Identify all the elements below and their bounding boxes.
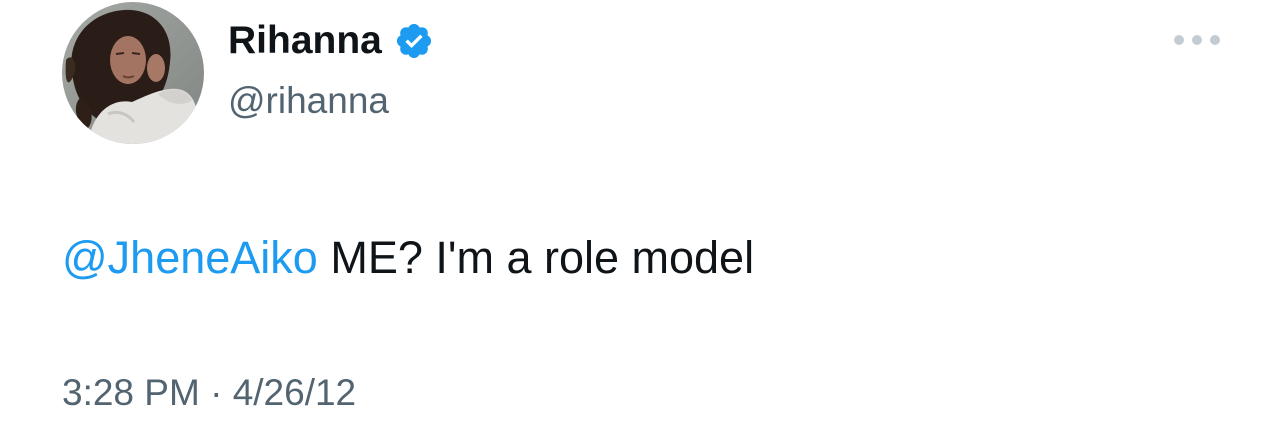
tweet-card: Rihanna @rihanna @JheneAiko ME? I'm a ro… — [0, 0, 1284, 427]
ellipsis-dot — [1192, 35, 1202, 45]
tweet-timestamp[interactable]: 3:28 PM · 4/26/12 — [62, 368, 356, 418]
tweet-body: ME? I'm a role model — [330, 232, 755, 283]
author-handle[interactable]: @rihanna — [228, 76, 389, 126]
tweet-time: 3:28 PM — [62, 372, 200, 413]
profile-photo-icon — [62, 2, 204, 144]
ellipsis-dot — [1174, 35, 1184, 45]
author-avatar[interactable] — [62, 2, 204, 144]
more-options-ellipsis-icon[interactable] — [1174, 30, 1220, 50]
tweet-date: 4/26/12 — [232, 372, 357, 413]
author-display-name[interactable]: Rihanna — [228, 16, 382, 66]
author-name-row[interactable]: Rihanna — [228, 16, 434, 66]
timestamp-separator: · — [210, 372, 223, 413]
ellipsis-dot — [1210, 35, 1220, 45]
verified-badge-icon — [394, 21, 434, 61]
tweet-text: @JheneAiko ME? I'm a role model — [62, 226, 754, 290]
mention-link[interactable]: @JheneAiko — [62, 232, 318, 283]
